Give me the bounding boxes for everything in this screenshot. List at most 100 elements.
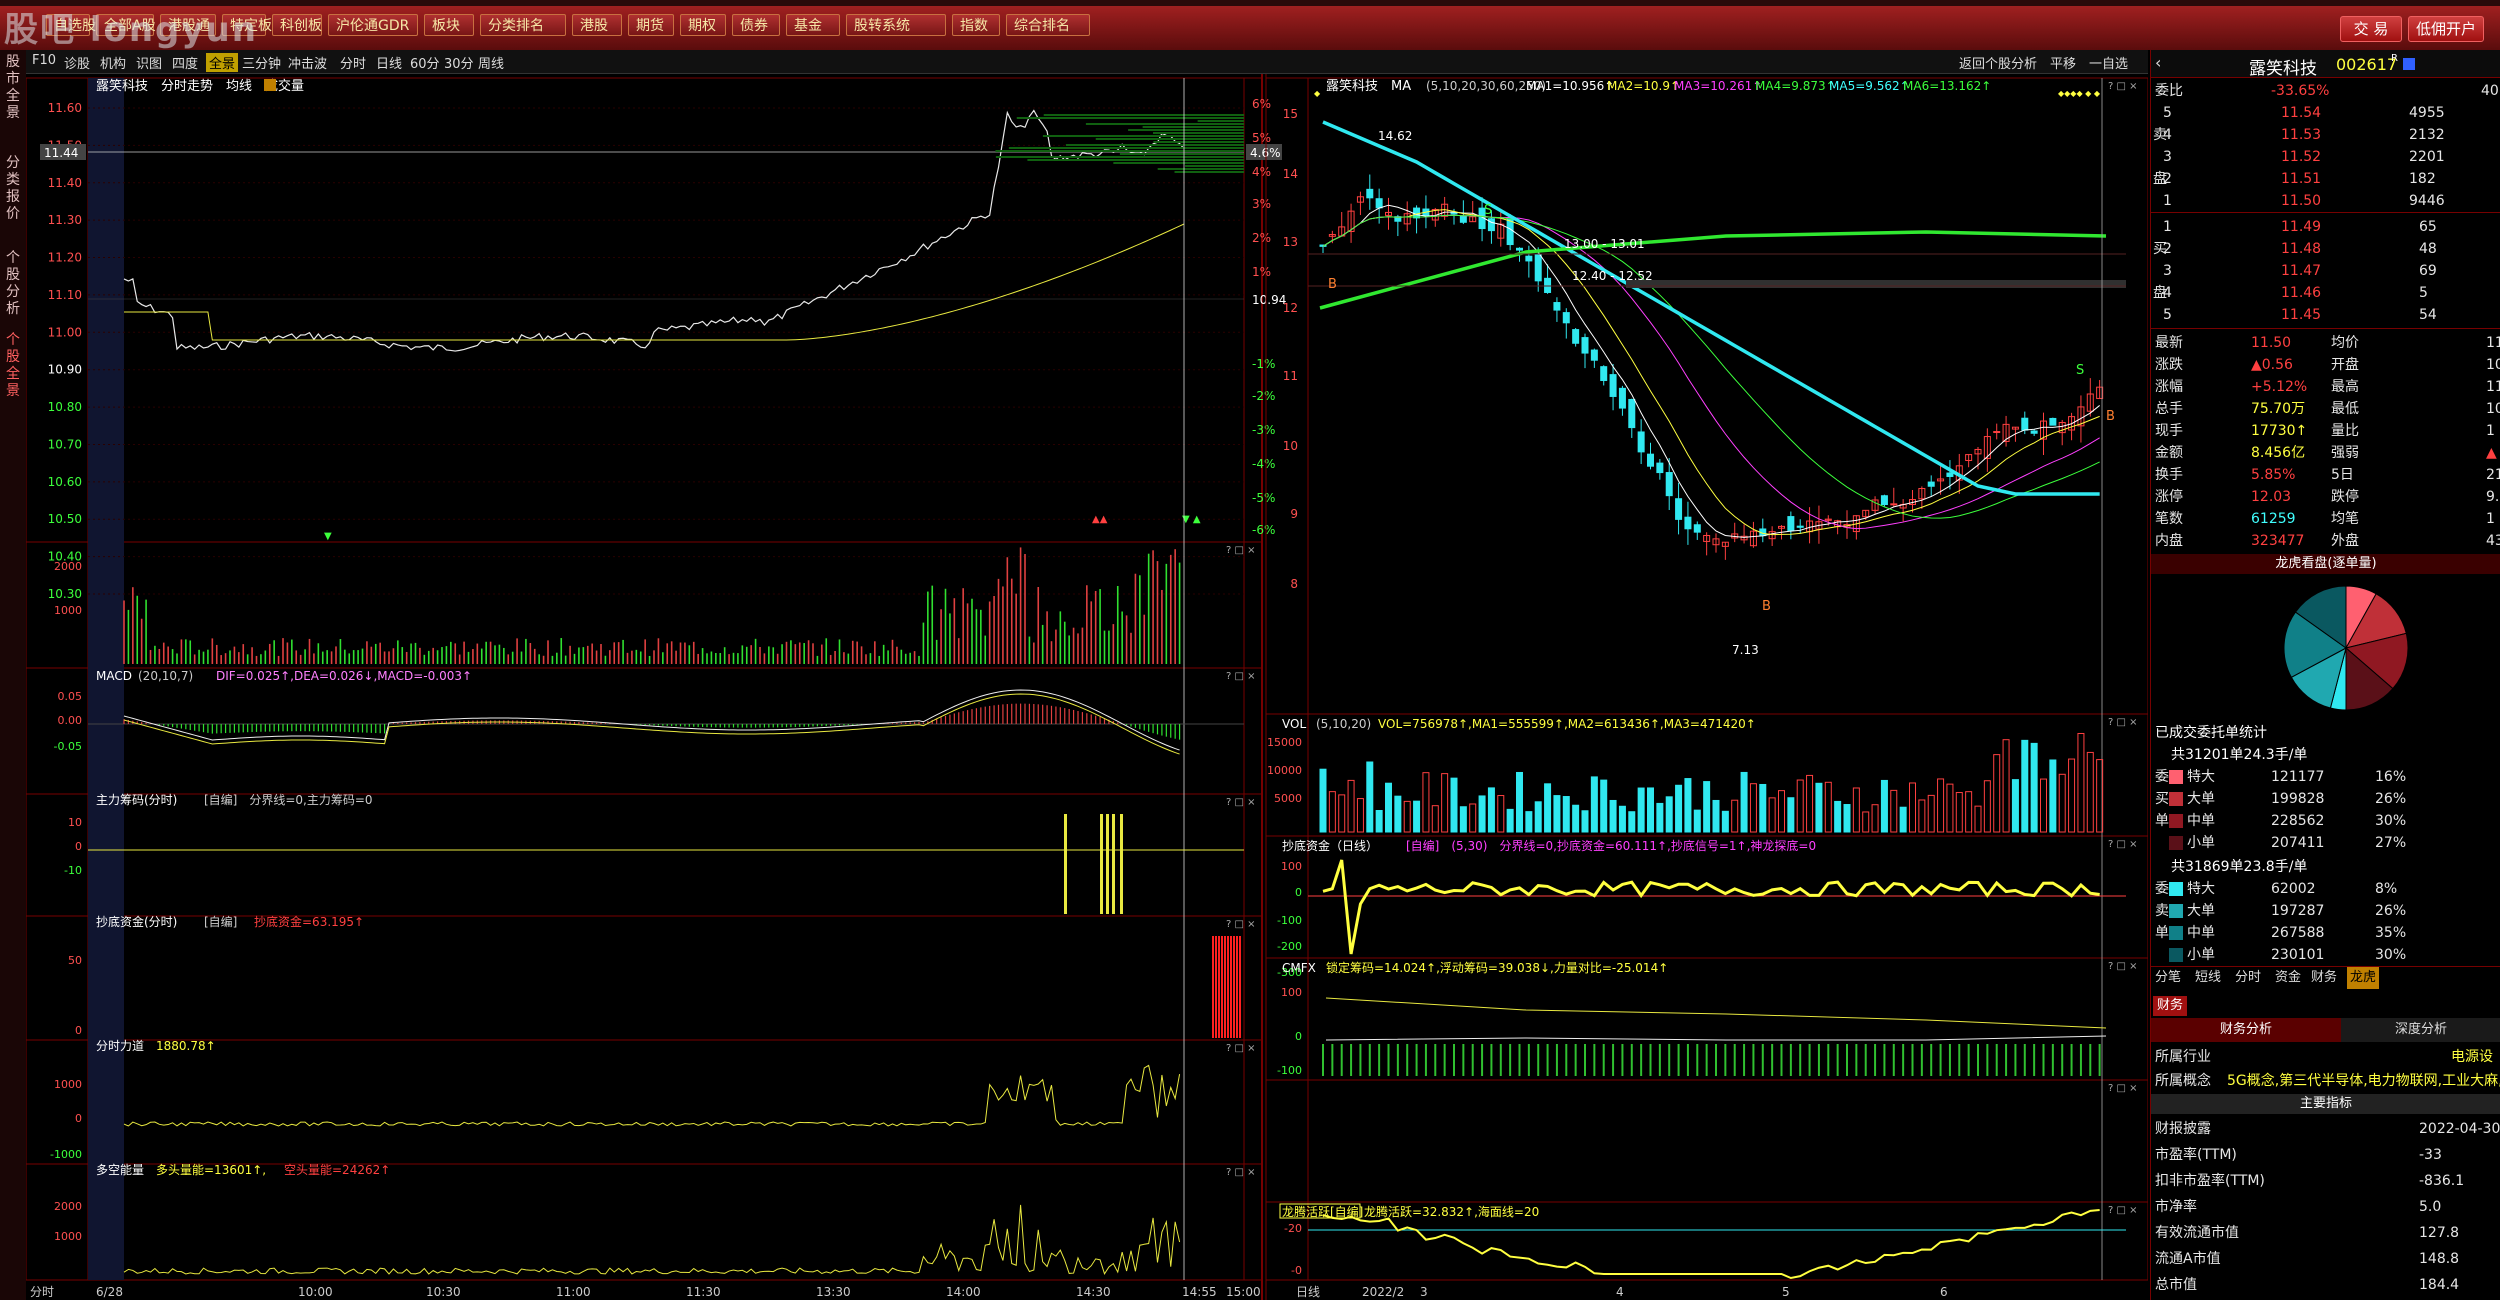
left-tab-0[interactable]: 股市全景 (1, 54, 25, 122)
quote-value: 17730↑ (2251, 423, 2308, 439)
dcd-tick: 100 (1281, 860, 1302, 873)
menu-item-5[interactable]: 沪伦通GDR (328, 14, 418, 36)
down-marker-icon: ▼ (324, 531, 332, 542)
dropdown-icon[interactable] (264, 79, 276, 91)
menu-item-12[interactable]: 基金 (786, 14, 840, 36)
candle-body (1796, 525, 1804, 528)
toolbar-4[interactable]: 四度 (172, 53, 198, 72)
toolbar-12[interactable]: 周线 (478, 53, 504, 72)
finance-tab[interactable]: 财务 (2153, 996, 2188, 1016)
order-pct: 26% (2375, 903, 2407, 919)
open-account-button[interactable]: 低佣开户 (2408, 16, 2484, 42)
menu-item-label: 债券 (740, 18, 768, 34)
menu-item-15[interactable]: 综合排名 (1006, 14, 1090, 36)
toolbar-10[interactable]: 60分 (410, 53, 440, 72)
depth-bar (1142, 126, 1244, 128)
fin-row: 总市值 184.4 (2151, 1274, 2500, 1296)
ask-volume: 2201 (2409, 149, 2445, 165)
order-pct: 8% (2375, 881, 2398, 897)
bid-level: 1 (2163, 219, 2172, 235)
toolbar-0[interactable]: F10 (32, 53, 56, 68)
back-chevron-icon[interactable]: ‹ (2155, 53, 2161, 72)
info-tab-0[interactable]: 分笔 (2155, 967, 2181, 989)
toolbar-7[interactable]: 冲击波 (288, 53, 327, 72)
daily-vol-bar (1712, 799, 1720, 833)
menu-item-8[interactable]: 港股 (572, 14, 622, 36)
daily-vol-bar (1572, 804, 1580, 833)
pct-tick: 2% (1252, 231, 1271, 245)
ask-row: 5 11.54 4955 (2151, 102, 2500, 124)
pct-tick: 3% (1252, 197, 1271, 211)
price-tick: 11.40 (48, 176, 82, 190)
fin-label: 扣非市盈率(TTM) (2155, 1173, 2265, 1189)
info-square-icon[interactable] (2403, 58, 2415, 70)
daily-vol-bar (1787, 797, 1795, 833)
quote-row: 笔数 61259 均笔 1 (2151, 508, 2500, 530)
left-tab-2[interactable]: 个股分析 (1, 250, 25, 318)
toolbar-2[interactable]: 机构 (100, 53, 126, 72)
left-tab-1[interactable]: 分类报价 (1, 155, 25, 223)
buy-order-row: 小单 207411 27% (2151, 832, 2500, 854)
weibi-row: 委比 -33.65% 40 (2151, 80, 2500, 102)
depth-bar (1016, 117, 1244, 119)
menu-item-11[interactable]: 债券 (732, 14, 780, 36)
toolbar-right[interactable]: 返回个股分析 平移 一自选 (1959, 53, 2128, 72)
candle-body (1590, 349, 1598, 361)
info-tab-4[interactable]: 财务 (2311, 967, 2337, 989)
toolbar-6[interactable]: 三分钟 (242, 53, 281, 72)
menu-item-13[interactable]: 股转系统 (846, 14, 946, 36)
menu-item-9[interactable]: 期货 (628, 14, 674, 36)
toolbar-1[interactable]: 诊股 (64, 53, 90, 72)
order-volume: 62002 (2271, 881, 2316, 897)
current-price: 11.44 (44, 146, 78, 160)
ma-value: MA5=9.562↑ (1829, 79, 1910, 93)
menu-item-7[interactable]: 分类排名 (480, 14, 566, 36)
menu-item-4[interactable]: 科创板 (272, 14, 322, 36)
quote-label: 量比 (2331, 423, 2359, 439)
info-tab-5[interactable]: 龙虎 (2347, 967, 2380, 989)
ask-level: 3 (2163, 149, 2172, 165)
fin-analysis-tab[interactable]: 财务分析 (2151, 1018, 2341, 1042)
candle-body (1562, 312, 1570, 324)
panel-controls-icon: ? □ × (2108, 839, 2138, 850)
info-tab-3[interactable]: 资金 (2275, 967, 2301, 989)
candle-body (1544, 277, 1552, 293)
panel-controls-icon: ? □ × (1226, 545, 1256, 556)
chart-annotation: 7.13 (1732, 643, 1759, 657)
time-tick: 11:00 (556, 1285, 591, 1299)
menu-item-14[interactable]: 指数 (952, 14, 1000, 36)
order-pie-chart (2283, 585, 2409, 711)
left-tab-label: 分类报价 (6, 155, 20, 222)
bid-price: 11.48 (2281, 241, 2322, 257)
left-tab-3[interactable]: 个股全景 (1, 332, 25, 400)
cd-bar (1239, 936, 1241, 1038)
trade-button[interactable]: 交 易 (2340, 16, 2402, 42)
toolbar-8[interactable]: 分时 (340, 53, 366, 72)
quote-value: 9. (2486, 489, 2500, 505)
pct-tick: 1% (1252, 265, 1271, 279)
toolbar-5[interactable]: 全景 (206, 53, 239, 72)
order-size: 小单 (2187, 835, 2215, 851)
vol-tick: 5000 (1274, 792, 1302, 805)
toolbar-9[interactable]: 日线 (376, 53, 402, 72)
info-tab-1[interactable]: 短线 (2195, 967, 2221, 989)
toolbar-11[interactable]: 30分 (444, 53, 474, 72)
menu-item-10[interactable]: 期权 (680, 14, 726, 36)
daily-vol-bar (1843, 804, 1851, 833)
divider (2151, 212, 2500, 213)
dcd-label: 抄底资金（日线） (1282, 838, 1378, 853)
legend-swatch (2169, 904, 2183, 918)
bid-volume: 65 (2419, 219, 2437, 235)
quote-label: 均价 (2331, 335, 2359, 351)
ask-level: 5 (2163, 105, 2172, 121)
menu-item-6[interactable]: 板块 (424, 14, 474, 36)
toolbar-3[interactable]: 识图 (136, 53, 162, 72)
daily-vol-bar (1366, 761, 1374, 833)
candle-body (1450, 212, 1458, 215)
deep-analysis-tab[interactable]: 深度分析 (2341, 1018, 2500, 1042)
chart-annotation-s2: S (2076, 363, 2084, 378)
candle-body (1927, 481, 1935, 487)
pct-tick: -6% (1252, 523, 1275, 537)
price-tick: 11.60 (48, 101, 82, 115)
info-tab-2[interactable]: 分时 (2235, 967, 2261, 989)
